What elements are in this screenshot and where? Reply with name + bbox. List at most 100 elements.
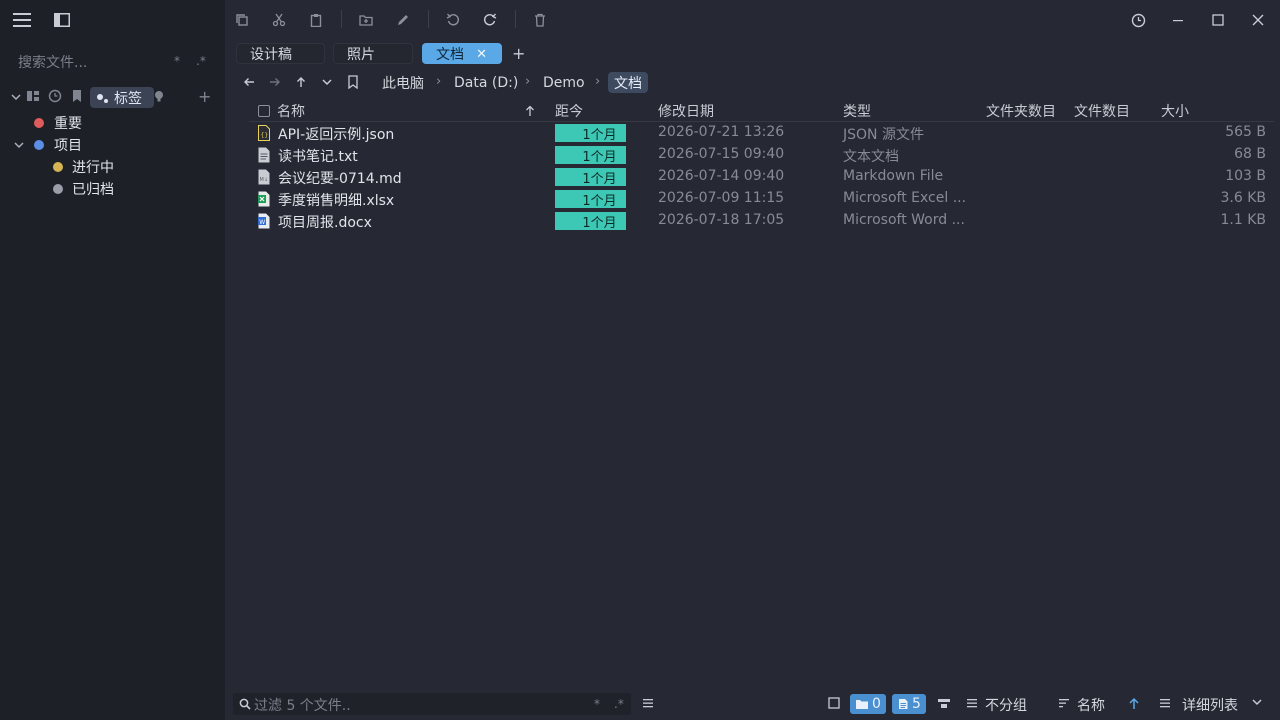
hamburger-menu-icon[interactable] bbox=[10, 8, 34, 32]
recent-icon[interactable] bbox=[48, 89, 64, 105]
file-row[interactable]: 读书笔记.txt 1个月 2026-07-15 09:40 文本文档 68 B bbox=[0, 144, 1280, 166]
sidebar-toolbar bbox=[0, 0, 225, 40]
history-icon[interactable] bbox=[1126, 8, 1150, 32]
layout-icon[interactable] bbox=[26, 89, 42, 105]
sort-ascending-icon[interactable] bbox=[524, 104, 536, 118]
view-mode-icon[interactable] bbox=[1158, 696, 1174, 712]
paste-icon[interactable] bbox=[304, 8, 328, 32]
excel-file-icon bbox=[258, 191, 270, 207]
folder-count-badge[interactable]: 0 bbox=[850, 694, 886, 714]
file-modified: 2026-07-15 09:40 bbox=[658, 146, 785, 162]
back-arrow-icon[interactable] bbox=[240, 73, 258, 91]
file-row[interactable]: W 项目周报.docx 1个月 2026-07-18 17:05 Microso… bbox=[0, 210, 1280, 232]
sort-direction-icon[interactable] bbox=[1128, 696, 1144, 712]
chevron-down-icon[interactable] bbox=[1251, 696, 1267, 712]
filter-input[interactable]: 过滤 5 个文件.. * .* bbox=[233, 693, 631, 715]
glob-toggle[interactable]: * bbox=[174, 54, 180, 68]
tab-label: 文档 bbox=[436, 46, 464, 63]
sidebar-tabs: 标签 + bbox=[8, 86, 218, 108]
forward-arrow-icon[interactable] bbox=[266, 73, 284, 91]
file-row[interactable]: M↓ 会议纪要-0714.md 1个月 2026-07-14 09:40 Mar… bbox=[0, 166, 1280, 188]
word-file-icon: W bbox=[258, 213, 270, 229]
tab-tags[interactable]: 标签 bbox=[90, 87, 154, 108]
new-tab-button[interactable]: + bbox=[512, 44, 526, 63]
close-icon[interactable] bbox=[1246, 8, 1270, 32]
file-name: 项目周报.docx bbox=[278, 215, 372, 231]
file-type: Markdown File bbox=[843, 168, 944, 184]
column-header-name[interactable]: 名称 bbox=[277, 101, 305, 123]
tab-photos[interactable]: 照片 bbox=[333, 43, 413, 64]
delete-icon[interactable] bbox=[528, 8, 552, 32]
maximize-icon[interactable] bbox=[1206, 8, 1230, 32]
select-all-checkbox[interactable] bbox=[258, 105, 270, 117]
file-name: 读书笔记.txt bbox=[278, 149, 358, 165]
collapse-chevron-icon[interactable] bbox=[10, 91, 22, 103]
sort-by-dropdown[interactable]: 名称 bbox=[1077, 695, 1105, 715]
column-header-type[interactable]: 类型 bbox=[843, 101, 871, 123]
up-arrow-icon[interactable] bbox=[292, 73, 310, 91]
file-row[interactable]: {} API-返回示例.json 1个月 2026-07-21 13:26 JS… bbox=[0, 122, 1280, 144]
file-icon bbox=[899, 699, 908, 709]
svg-text:M↓: M↓ bbox=[260, 177, 269, 183]
file-row[interactable]: 季度销售明细.xlsx 1个月 2026-07-09 11:15 Microso… bbox=[0, 188, 1280, 210]
column-header-folder-count[interactable]: 文件夹数目 bbox=[986, 101, 1056, 123]
file-size: 3.6 KB bbox=[1220, 190, 1267, 206]
tab-tags-label: 标签 bbox=[114, 90, 142, 107]
svg-text:W: W bbox=[259, 219, 265, 226]
sort-lines-icon[interactable] bbox=[1057, 696, 1073, 712]
folder-icon bbox=[856, 700, 868, 709]
file-type: 文本文档 bbox=[843, 149, 899, 165]
bookmark-icon[interactable] bbox=[70, 89, 86, 105]
age-badge: 1个月 bbox=[555, 168, 626, 187]
sidebar: 搜索文件... * .* 标签 + 重要 项目 进行中 已归档 bbox=[0, 0, 225, 720]
undo-icon[interactable] bbox=[441, 8, 465, 32]
file-name: 季度销售明细.xlsx bbox=[278, 193, 395, 209]
redo-icon[interactable] bbox=[478, 8, 502, 32]
toolbar-divider bbox=[428, 10, 429, 28]
regex-toggle[interactable]: .* bbox=[196, 54, 206, 68]
file-type: Microsoft Word ... bbox=[843, 212, 965, 228]
file-count-badge[interactable]: 5 bbox=[892, 694, 926, 714]
rename-icon[interactable] bbox=[391, 8, 415, 32]
file-count: 5 bbox=[912, 696, 921, 712]
column-header-size[interactable]: 大小 bbox=[1161, 101, 1189, 123]
cut-icon[interactable] bbox=[267, 8, 291, 32]
column-header-age[interactable]: 距今 bbox=[555, 101, 583, 123]
new-folder-icon[interactable] bbox=[354, 8, 378, 32]
svg-text:{}: {} bbox=[261, 132, 269, 139]
breadcrumb-item[interactable]: Data (D:) bbox=[454, 72, 518, 93]
panel-toggle-icon[interactable] bbox=[937, 696, 953, 712]
toggle-sidebar-icon[interactable] bbox=[50, 8, 74, 32]
tab-design[interactable]: 设计稿 bbox=[236, 43, 325, 64]
tab-documents[interactable]: 文档 ✕ bbox=[422, 43, 502, 64]
add-tag-button[interactable]: + bbox=[198, 87, 214, 106]
file-type: Microsoft Excel ... bbox=[843, 190, 967, 206]
regex-toggle[interactable]: .* bbox=[614, 697, 624, 711]
copy-icon[interactable] bbox=[230, 8, 254, 32]
group-list-icon[interactable] bbox=[965, 696, 981, 712]
tab-label: 设计稿 bbox=[250, 46, 292, 63]
select-checkbox-icon[interactable] bbox=[827, 696, 843, 712]
history-dropdown-chevron-icon[interactable] bbox=[318, 73, 336, 91]
group-by-dropdown[interactable]: 不分组 bbox=[985, 695, 1027, 715]
file-size: 103 B bbox=[1225, 168, 1266, 184]
age-badge: 1个月 bbox=[555, 190, 626, 209]
glob-toggle[interactable]: * bbox=[594, 697, 600, 711]
file-size: 565 B bbox=[1225, 124, 1266, 140]
breadcrumb-current[interactable]: 文档 bbox=[608, 72, 648, 93]
sidebar-search-input[interactable]: 搜索文件... * .* bbox=[18, 52, 213, 72]
breadcrumb-item[interactable]: Demo bbox=[543, 72, 585, 93]
age-badge: 1个月 bbox=[555, 124, 626, 143]
lightbulb-icon[interactable] bbox=[152, 89, 168, 105]
filter-menu-icon[interactable] bbox=[641, 696, 657, 712]
toolbar-divider bbox=[515, 10, 516, 28]
file-modified: 2026-07-18 17:05 bbox=[658, 212, 785, 228]
bookmark-icon[interactable] bbox=[344, 73, 362, 91]
minimize-icon[interactable] bbox=[1166, 8, 1190, 32]
markdown-file-icon: M↓ bbox=[258, 169, 270, 185]
view-mode-dropdown[interactable]: 详细列表 bbox=[1182, 695, 1238, 715]
breadcrumb-item[interactable]: 此电脑 bbox=[382, 72, 424, 93]
column-header-modified[interactable]: 修改日期 bbox=[658, 101, 714, 123]
tab-close-icon[interactable]: ✕ bbox=[476, 47, 487, 62]
column-header-file-count[interactable]: 文件数目 bbox=[1074, 101, 1130, 123]
